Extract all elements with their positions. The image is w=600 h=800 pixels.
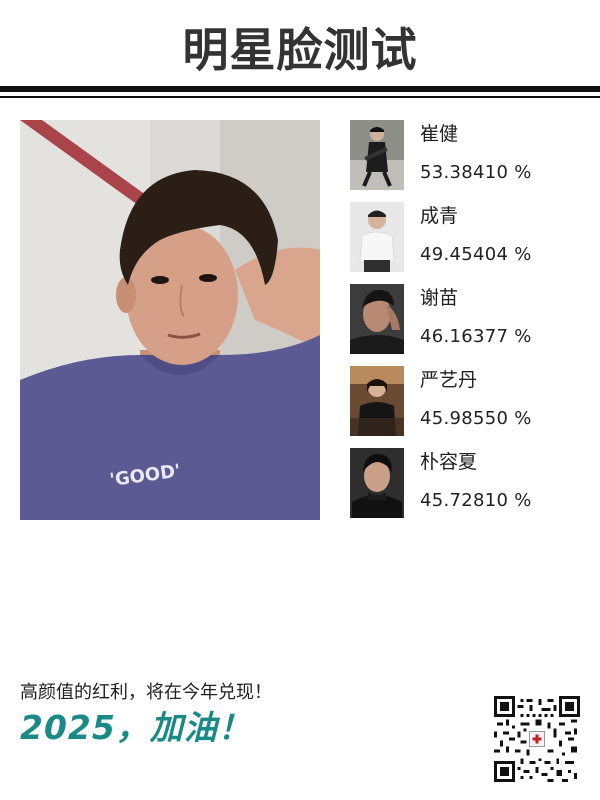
page-title: 明星脸测试 [182,23,418,77]
header-divider-thick [0,86,600,92]
celebrity-thumbnail [350,202,404,272]
similarity-score: 46.16377 % [420,326,532,347]
celebrity-name: 成青 [420,205,459,227]
similarity-score: 53.38410 % [420,162,532,183]
match-item[interactable]: 严艺丹 45.98550 % [350,366,590,436]
celebrity-thumbnail [350,120,404,190]
celebrity-name: 崔健 [420,123,459,145]
celebrity-thumbnail [350,448,404,518]
celebrity-name: 朴容夏 [420,451,478,473]
match-item[interactable]: 谢苗 46.16377 % [350,284,590,354]
celebrity-thumbnail [350,366,404,436]
match-item[interactable]: 崔健 53.38410 % [350,120,590,190]
header: 明星脸测试 [0,0,600,100]
celebrity-name: 严艺丹 [420,369,478,391]
header-divider-thin [0,96,600,98]
celebrity-name: 谢苗 [420,287,459,309]
slogan-text: 高颜值的红利，将在今年兑现！ [20,682,272,703]
similarity-score: 45.98550 % [420,408,532,429]
cheer-text: 2025，加油！ [20,708,252,747]
celebrity-thumbnail [350,284,404,354]
match-item[interactable]: 朴容夏 45.72810 % [350,448,590,518]
similarity-score: 49.45404 % [420,244,532,265]
qr-code-icon[interactable] [494,696,580,782]
match-item[interactable]: 成青 49.45404 % [350,202,590,272]
user-photo: 'GOOD' [20,120,320,520]
similarity-score: 45.72810 % [420,490,532,511]
